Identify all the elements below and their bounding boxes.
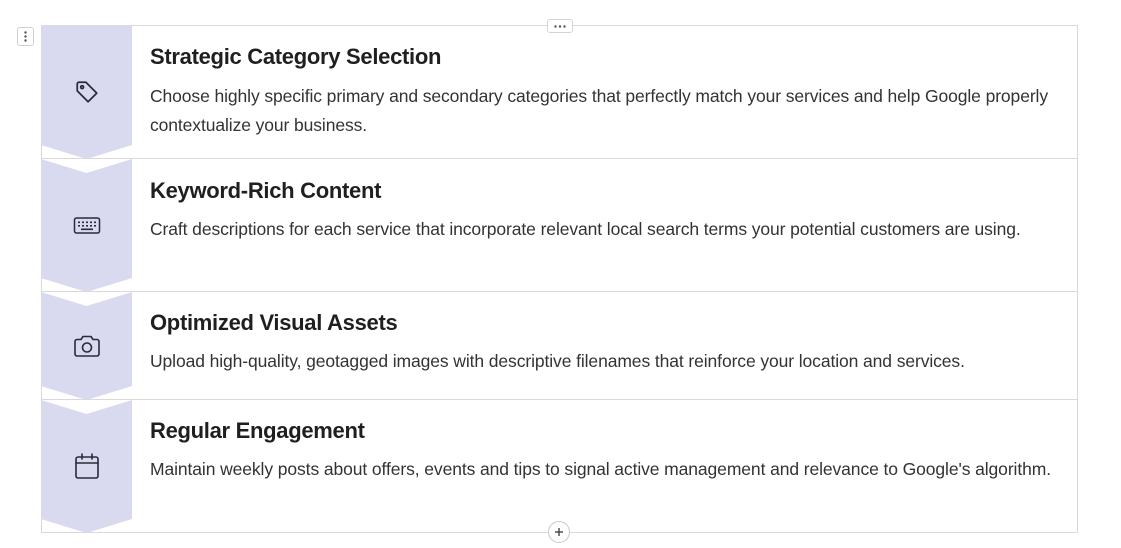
step-item: Keyword-Rich Content Craft descriptions … — [41, 159, 1078, 292]
step-title: Keyword-Rich Content — [150, 178, 382, 203]
horizontal-dots-icon — [554, 24, 566, 28]
step-item: Regular Engagement Maintain weekly posts… — [41, 400, 1078, 533]
add-block-button[interactable] — [548, 521, 570, 543]
tag-icon — [69, 74, 105, 110]
step-description: Choose highly specific primary and secon… — [150, 86, 1048, 135]
step-title: Optimized Visual Assets — [150, 310, 398, 335]
plus-icon — [555, 528, 563, 536]
step-item: Optimized Visual Assets Upload high-qual… — [41, 292, 1078, 400]
step-description: Craft descriptions for each service that… — [150, 219, 1021, 239]
step-title: Regular Engagement — [150, 418, 365, 443]
more-options-button[interactable] — [547, 19, 573, 33]
step-description: Maintain weekly posts about offers, even… — [150, 459, 1051, 479]
step-title: Strategic Category Selection — [150, 44, 442, 69]
camera-icon — [69, 328, 105, 364]
step-description: Upload high-quality, geotagged images wi… — [150, 351, 965, 371]
calendar-icon — [69, 448, 105, 484]
step-item: Strategic Category Selection Choose high… — [41, 25, 1078, 159]
vertical-dots-icon — [24, 31, 27, 42]
keyboard-icon — [69, 208, 105, 244]
drag-handle[interactable] — [17, 27, 34, 46]
